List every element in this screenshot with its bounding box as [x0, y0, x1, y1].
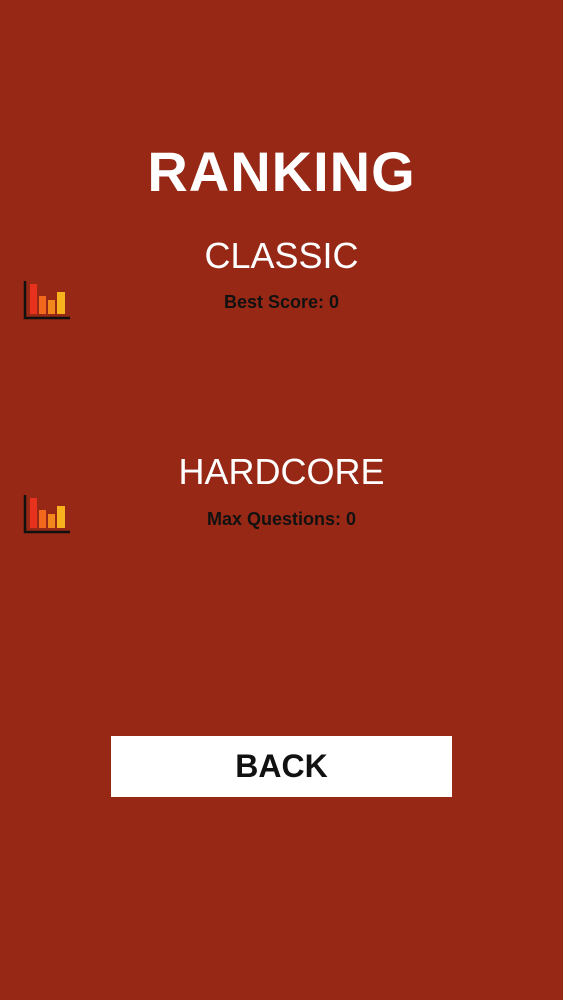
page-title: RANKING: [147, 140, 416, 203]
classic-best-score: Best Score: 0: [223, 292, 340, 312]
hardcore-mode-title: HARDCORE: [178, 451, 385, 492]
back-button[interactable]: BACK: [111, 736, 452, 797]
hardcore-max-questions: Max Questions: 0: [206, 509, 357, 529]
ranking-screen: RANKING CLASSIC Best Score: 0 HARDCORE M…: [0, 0, 563, 1000]
classic-mode-title: CLASSIC: [204, 235, 359, 276]
